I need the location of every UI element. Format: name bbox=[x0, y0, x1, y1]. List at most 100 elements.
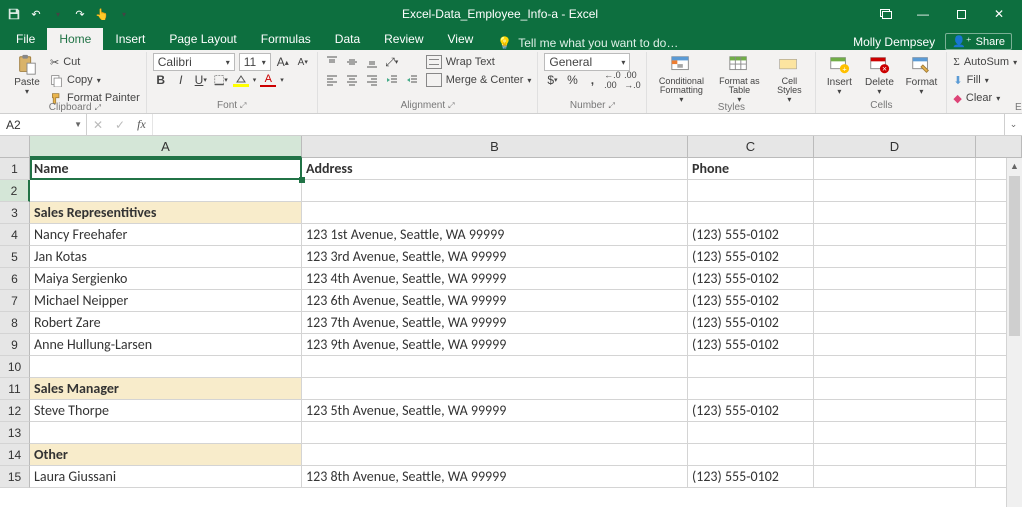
column-header[interactable]: B bbox=[302, 136, 688, 158]
align-left-icon[interactable] bbox=[324, 72, 340, 88]
tab-data[interactable]: Data bbox=[323, 28, 372, 50]
align-top-icon[interactable] bbox=[324, 54, 340, 70]
cell[interactable]: Sales Representitives bbox=[30, 202, 302, 224]
align-center-icon[interactable] bbox=[344, 72, 360, 88]
cell[interactable] bbox=[302, 356, 688, 378]
accounting-format-icon[interactable]: $▾ bbox=[544, 72, 560, 88]
tab-insert[interactable]: Insert bbox=[103, 28, 157, 50]
cell-styles-button[interactable]: Cell Styles▾ bbox=[769, 54, 809, 105]
cell[interactable] bbox=[302, 422, 688, 444]
column-header[interactable]: C bbox=[688, 136, 814, 158]
cell[interactable]: 123 1st Avenue, Seattle, WA 99999 bbox=[302, 224, 688, 246]
cell[interactable]: 123 6th Avenue, Seattle, WA 99999 bbox=[302, 290, 688, 312]
paste-button[interactable]: Paste ▾ bbox=[10, 54, 44, 97]
tab-review[interactable]: Review bbox=[372, 28, 435, 50]
cell[interactable] bbox=[814, 400, 976, 422]
cell[interactable] bbox=[814, 268, 976, 290]
border-button[interactable]: ▾ bbox=[213, 72, 229, 88]
align-middle-icon[interactable] bbox=[344, 54, 360, 70]
font-color-button[interactable]: A bbox=[260, 72, 276, 88]
number-launcher-icon[interactable]: ⤢ bbox=[609, 101, 615, 111]
cell[interactable] bbox=[688, 180, 814, 202]
row-header[interactable]: 13 bbox=[0, 422, 30, 444]
tab-file[interactable]: File bbox=[4, 28, 47, 50]
cell[interactable]: 123 7th Avenue, Seattle, WA 99999 bbox=[302, 312, 688, 334]
autosum-button[interactable]: Σ AutoSum ▾ bbox=[953, 54, 1017, 70]
tell-me-search[interactable]: 💡 Tell me what you want to do… bbox=[485, 36, 853, 50]
percent-format-icon[interactable]: % bbox=[564, 72, 580, 88]
row-header[interactable]: 1 bbox=[0, 158, 30, 180]
cell[interactable] bbox=[814, 422, 976, 444]
fill-handle[interactable] bbox=[299, 177, 305, 183]
column-header[interactable]: A bbox=[30, 136, 302, 158]
italic-button[interactable]: I bbox=[173, 72, 189, 88]
comma-format-icon[interactable]: , bbox=[584, 72, 600, 88]
row-header[interactable]: 6 bbox=[0, 268, 30, 290]
cell[interactable] bbox=[814, 378, 976, 400]
cell[interactable] bbox=[814, 334, 976, 356]
cell[interactable]: (123) 555-0102 bbox=[688, 268, 814, 290]
cell[interactable] bbox=[30, 422, 302, 444]
cell[interactable]: 123 9th Avenue, Seattle, WA 99999 bbox=[302, 334, 688, 356]
cell[interactable]: Robert Zare bbox=[30, 312, 302, 334]
tab-formulas[interactable]: Formulas bbox=[249, 28, 323, 50]
name-box-dropdown-icon[interactable]: ▼ bbox=[74, 120, 82, 129]
cell[interactable] bbox=[814, 466, 976, 488]
cell[interactable]: (123) 555-0102 bbox=[688, 312, 814, 334]
cell[interactable] bbox=[814, 290, 976, 312]
format-as-table-button[interactable]: Format as Table▾ bbox=[715, 54, 763, 105]
insert-function-icon[interactable]: fx bbox=[131, 114, 153, 135]
cell[interactable]: (123) 555-0102 bbox=[688, 400, 814, 422]
fill-color-button[interactable] bbox=[233, 72, 249, 88]
cell[interactable] bbox=[814, 158, 976, 180]
column-header[interactable]: D bbox=[814, 136, 976, 158]
insert-cell-button[interactable]: + Insert▾ bbox=[822, 54, 856, 97]
alignment-launcher-icon[interactable]: ⤢ bbox=[448, 101, 454, 111]
font-size-dropdown[interactable]: 11▾ bbox=[239, 53, 271, 71]
increase-decimal-icon[interactable]: ←.0.00 bbox=[604, 72, 620, 88]
row-header[interactable]: 7 bbox=[0, 290, 30, 312]
cell[interactable] bbox=[688, 422, 814, 444]
cell[interactable] bbox=[814, 180, 976, 202]
bold-button[interactable]: B bbox=[153, 72, 169, 88]
tab-page-layout[interactable]: Page Layout bbox=[157, 28, 248, 50]
cell[interactable]: Anne Hullung-Larsen bbox=[30, 334, 302, 356]
tab-home[interactable]: Home bbox=[47, 28, 103, 50]
font-launcher-icon[interactable]: ⤢ bbox=[240, 101, 246, 111]
row-header[interactable]: 11 bbox=[0, 378, 30, 400]
column-header[interactable] bbox=[976, 136, 1022, 158]
row-header[interactable]: 15 bbox=[0, 466, 30, 488]
cell[interactable]: (123) 555-0102 bbox=[688, 466, 814, 488]
increase-indent-icon[interactable] bbox=[404, 72, 420, 88]
qat-customize-icon[interactable]: ▾ bbox=[116, 6, 132, 22]
cell[interactable] bbox=[302, 180, 688, 202]
cell[interactable]: (123) 555-0102 bbox=[688, 334, 814, 356]
tab-view[interactable]: View bbox=[436, 28, 486, 50]
redo-icon[interactable]: ↷ bbox=[72, 6, 88, 22]
spreadsheet-grid[interactable]: ABCD1NameAddressPhone23Sales Representit… bbox=[0, 136, 1022, 507]
cell[interactable] bbox=[302, 378, 688, 400]
row-header[interactable]: 4 bbox=[0, 224, 30, 246]
cell[interactable] bbox=[688, 202, 814, 224]
row-header[interactable]: 10 bbox=[0, 356, 30, 378]
cell[interactable] bbox=[30, 180, 302, 202]
cell[interactable]: (123) 555-0102 bbox=[688, 224, 814, 246]
minimize-button[interactable]: — bbox=[906, 3, 940, 25]
cell[interactable] bbox=[30, 356, 302, 378]
underline-button[interactable]: U▾ bbox=[193, 72, 209, 88]
row-header[interactable]: 3 bbox=[0, 202, 30, 224]
cell[interactable]: Michael Neipper bbox=[30, 290, 302, 312]
conditional-formatting-button[interactable]: Conditional Formatting▾ bbox=[653, 54, 709, 105]
row-header[interactable]: 5 bbox=[0, 246, 30, 268]
cell[interactable] bbox=[688, 356, 814, 378]
cell[interactable] bbox=[302, 444, 688, 466]
cell[interactable]: 123 8th Avenue, Seattle, WA 99999 bbox=[302, 466, 688, 488]
cell[interactable]: Steve Thorpe bbox=[30, 400, 302, 422]
cell[interactable] bbox=[814, 356, 976, 378]
cell[interactable]: Laura Giussani bbox=[30, 466, 302, 488]
row-header[interactable]: 8 bbox=[0, 312, 30, 334]
merge-center-button[interactable]: Merge & Center ▾ bbox=[426, 72, 532, 88]
formula-input[interactable] bbox=[153, 114, 1004, 135]
cut-button[interactable]: ✂ Cut bbox=[50, 54, 140, 70]
undo-dropdown-icon[interactable]: ▾ bbox=[50, 6, 66, 22]
